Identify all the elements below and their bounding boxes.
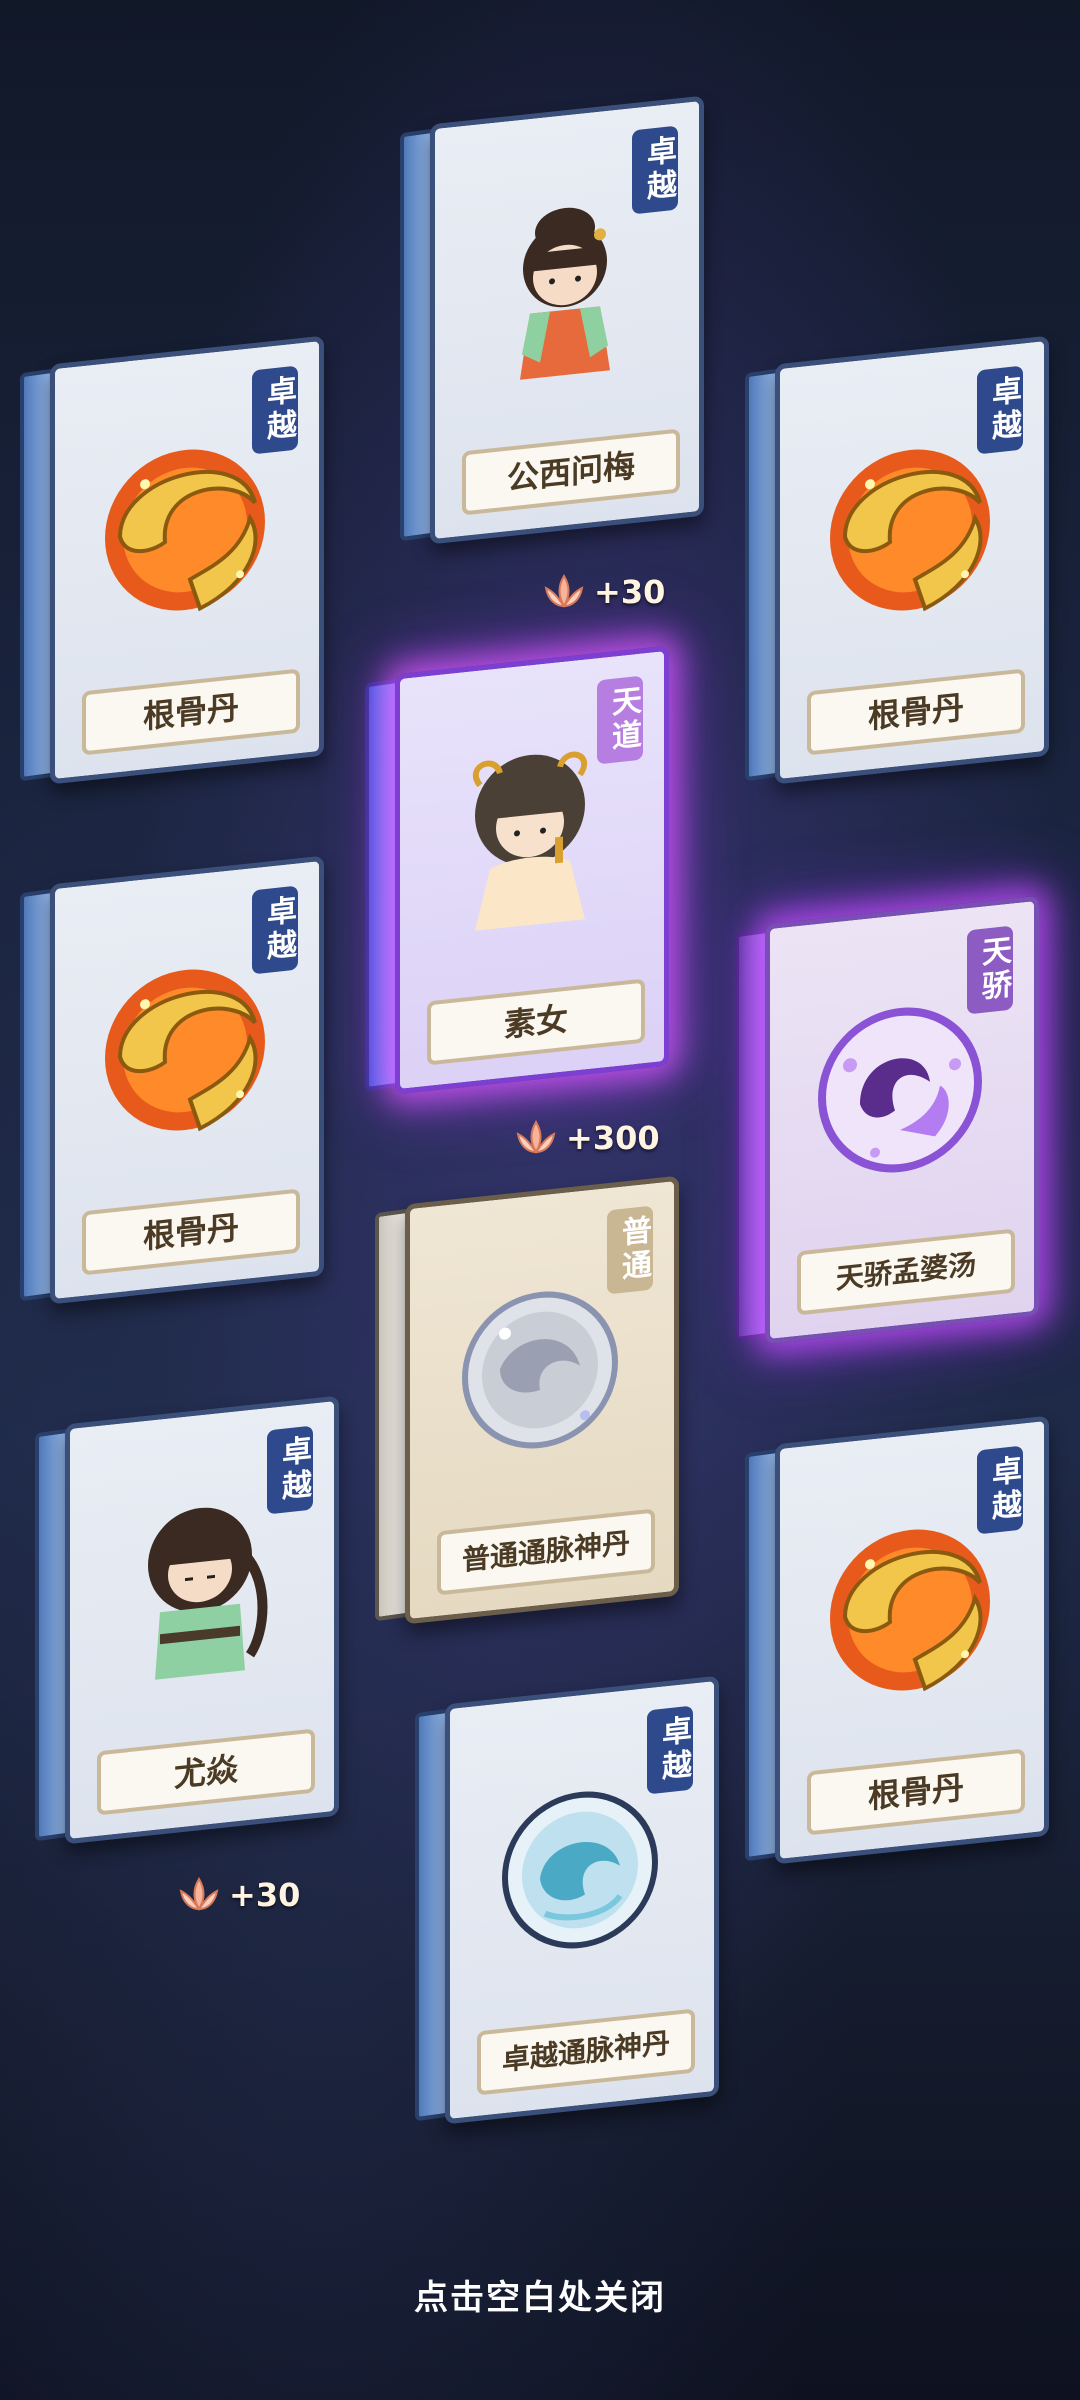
- reward-stage[interactable]: 卓越 公西问梅 卓越 根骨丹 卓越 根骨丹 天道 素女 卓越 根骨丹 天骄 天骄…: [0, 0, 1080, 2400]
- reward-card-gongxi-wenmei[interactable]: 卓越 公西问梅: [400, 95, 704, 545]
- blue-orb-icon: [502, 1791, 658, 1949]
- silver-orb-icon: [462, 1291, 618, 1449]
- lotus-icon: [516, 1120, 556, 1154]
- reward-points: +300: [512, 1118, 660, 1158]
- golden-orb-icon: [105, 969, 265, 1132]
- reward-card-genggudan-4[interactable]: 卓越 根骨丹: [745, 1415, 1049, 1865]
- chibi-goddess-icon: [472, 751, 588, 931]
- reward-points: +30: [540, 572, 665, 612]
- golden-orb-icon: [830, 1529, 990, 1692]
- reward-card-tianjiao-mengpotang[interactable]: 天骄 天骄孟婆汤: [735, 895, 1039, 1345]
- lotus-icon: [179, 1877, 219, 1911]
- reward-card-sunu[interactable]: 天道 素女: [365, 645, 669, 1095]
- reward-amount: +300: [566, 1119, 660, 1157]
- golden-orb-icon: [830, 449, 990, 612]
- reward-card-putong-tongmai[interactable]: 普通 普通通脉神丹: [375, 1175, 679, 1625]
- reward-points: +30: [175, 1875, 300, 1915]
- chibi-girl-icon: [520, 207, 610, 380]
- purple-swirl-orb-icon: [818, 1007, 982, 1173]
- reward-card-youyan[interactable]: 卓越 尤焱: [35, 1395, 339, 1845]
- golden-orb-icon: [105, 449, 265, 612]
- reward-card-genggudan-1[interactable]: 卓越 根骨丹: [20, 335, 324, 785]
- chibi-boy-icon: [148, 1507, 268, 1680]
- reward-amount: +30: [594, 573, 666, 611]
- reward-card-genggudan-2[interactable]: 卓越 根骨丹: [745, 335, 1049, 785]
- reward-amount: +30: [229, 1876, 301, 1914]
- reward-card-zhuoyue-tongmai[interactable]: 卓越 卓越通脉神丹: [415, 1675, 719, 2125]
- close-hint[interactable]: 点击空白处关闭: [0, 2270, 1080, 2319]
- reward-card-genggudan-3[interactable]: 卓越 根骨丹: [20, 855, 324, 1305]
- lotus-icon: [544, 574, 584, 608]
